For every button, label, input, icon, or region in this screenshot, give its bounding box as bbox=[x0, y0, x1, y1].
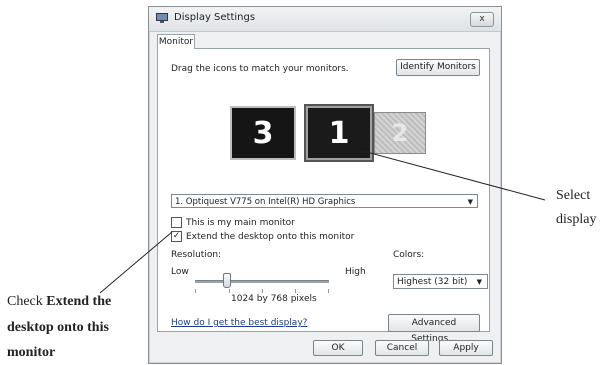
extend-desktop-leader-line bbox=[99, 231, 173, 294]
extend-callout-line3: monitor bbox=[7, 345, 56, 360]
select-display-callout-line2: display bbox=[556, 212, 597, 227]
select-display-leader-line bbox=[362, 150, 546, 201]
callout-lines bbox=[99, 150, 546, 294]
select-display-callout-line1: Select bbox=[556, 188, 591, 203]
tab-monitor[interactable]: Monitor bbox=[157, 34, 195, 49]
extend-callout-line1: Check Extend the bbox=[7, 294, 112, 309]
extend-callout-line2: desktop onto this bbox=[7, 320, 109, 335]
